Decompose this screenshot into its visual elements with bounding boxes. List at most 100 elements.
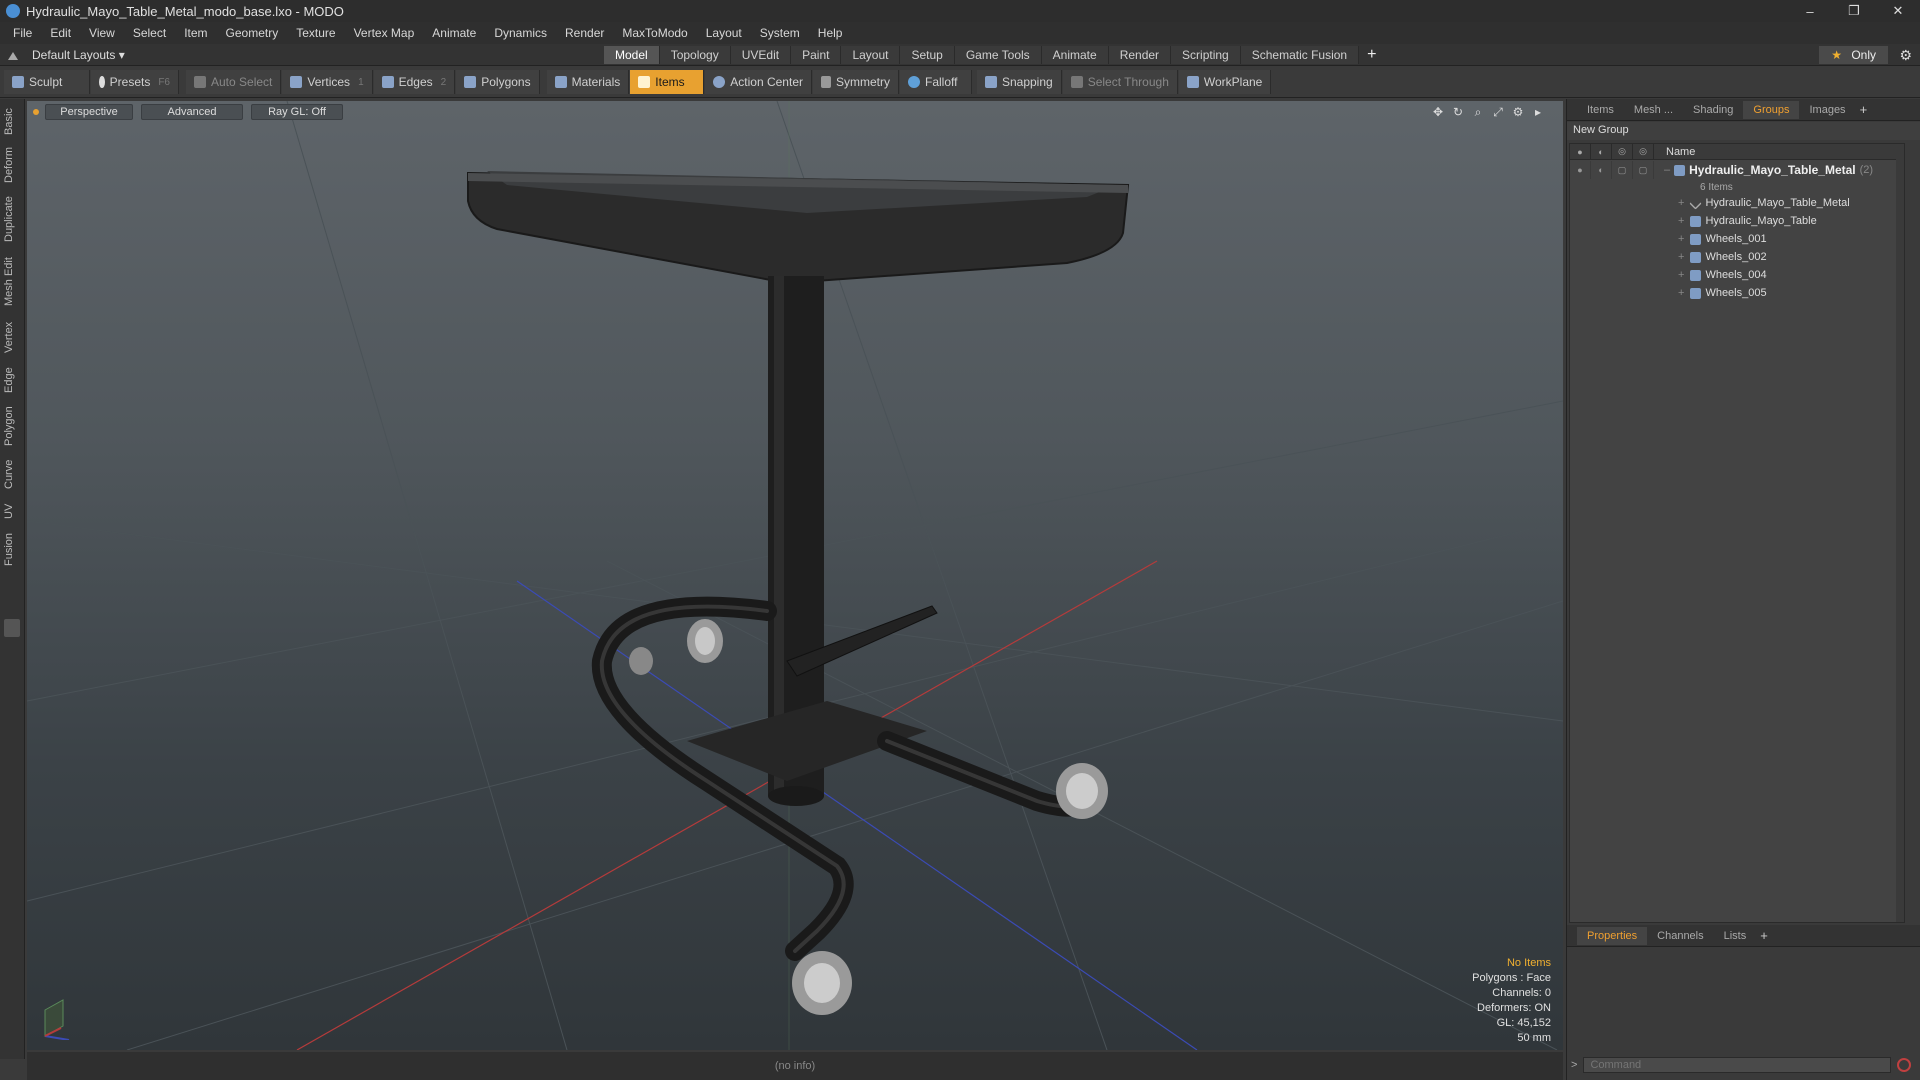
lock-col-icon[interactable]: ◎ (1612, 143, 1633, 160)
expand-right-icon[interactable]: ▸ (1531, 105, 1545, 119)
close-button[interactable]: ✕ (1876, 0, 1920, 22)
group-row[interactable]: ● ◐ ▢ ▢ – Hydraulic_Mayo_Table_Metal (2) (1570, 160, 1904, 180)
vtab-deform[interactable]: Deform (3, 145, 21, 185)
edges-button[interactable]: Edges 2 (373, 70, 456, 94)
materials-button[interactable]: Materials (546, 70, 630, 94)
name-column-header[interactable]: Name (1654, 146, 1695, 158)
strip-toggle-button[interactable] (4, 619, 20, 637)
tab-lists[interactable]: Lists (1714, 927, 1757, 945)
command-input[interactable] (1583, 1057, 1891, 1073)
menu-file[interactable]: File (4, 26, 41, 40)
menu-select[interactable]: Select (124, 26, 175, 40)
expand-icon[interactable]: + (1678, 197, 1684, 209)
select-through-button[interactable]: Select Through (1062, 70, 1178, 94)
tab-layout[interactable]: Layout (841, 46, 901, 64)
tab-properties[interactable]: Properties (1577, 926, 1648, 945)
viewport-menu-dot-icon[interactable] (33, 109, 39, 115)
tab-images[interactable]: Images (1799, 101, 1855, 119)
minimize-button[interactable]: – (1788, 0, 1832, 22)
list-item[interactable]: + Hydraulic_Mayo_Table_Metal (1570, 194, 1904, 212)
record-macro-icon[interactable] (1897, 1058, 1911, 1072)
layouts-dropdown[interactable]: Default Layouts ▾ (0, 48, 125, 62)
tab-model[interactable]: Model (604, 46, 660, 64)
visibility-col-icon[interactable]: ● (1570, 143, 1591, 160)
menu-render[interactable]: Render (556, 26, 613, 40)
list-item[interactable]: + Wheels_001 (1570, 230, 1904, 248)
vtab-duplicate[interactable]: Duplicate (3, 191, 21, 247)
vtab-fusion[interactable]: Fusion (3, 529, 21, 569)
tab-scripting[interactable]: Scripting (1171, 46, 1241, 64)
sculpt-button[interactable]: Sculpt (4, 70, 90, 94)
gear-icon[interactable]: ⚙ (1899, 47, 1912, 64)
menu-system[interactable]: System (751, 26, 809, 40)
menu-geometry[interactable]: Geometry (217, 26, 288, 40)
tab-paint[interactable]: Paint (791, 46, 842, 64)
pan-icon[interactable]: ✥ (1431, 105, 1445, 119)
tab-channels[interactable]: Channels (1647, 927, 1713, 945)
advanced-button[interactable]: Advanced (141, 104, 243, 120)
only-button[interactable]: ★ Only (1819, 46, 1888, 64)
menu-layout[interactable]: Layout (697, 26, 751, 40)
polygons-button[interactable]: Polygons (456, 70, 540, 94)
group-list-scrollbar[interactable] (1896, 144, 1904, 922)
workplane-button[interactable]: WorkPlane (1178, 70, 1272, 94)
add-properties-tab-plus-icon[interactable]: + (1760, 928, 1768, 943)
expand-icon[interactable]: + (1678, 287, 1684, 299)
tab-shading[interactable]: Shading (1683, 101, 1743, 119)
menu-item[interactable]: Item (175, 26, 216, 40)
menu-view[interactable]: View (80, 26, 124, 40)
auto-select-button[interactable]: Auto Select (186, 70, 282, 94)
viewport-settings-icon[interactable]: ⚙ (1511, 105, 1525, 119)
tab-uvedit[interactable]: UVEdit (730, 46, 792, 64)
menu-animate[interactable]: Animate (423, 26, 485, 40)
symmetry-button[interactable]: Symmetry (812, 70, 899, 94)
vertices-button[interactable]: Vertices 1 (282, 70, 373, 94)
list-item[interactable]: + Wheels_002 (1570, 248, 1904, 266)
menu-texture[interactable]: Texture (287, 26, 344, 40)
add-layout-plus-icon[interactable]: + (1367, 46, 1376, 64)
expand-icon[interactable]: + (1678, 215, 1684, 227)
3d-viewport[interactable]: Perspective Advanced Ray GL: Off ✥ ↻ ⌕ ⤢… (27, 101, 1563, 1050)
vtab-polygon[interactable]: Polygon (3, 403, 21, 449)
menu-help[interactable]: Help (809, 26, 852, 40)
menu-maxtomodo[interactable]: MaxToModo (613, 26, 696, 40)
menu-edit[interactable]: Edit (41, 26, 80, 40)
falloff-button[interactable]: Falloff (899, 70, 972, 94)
list-item[interactable]: + Hydraulic_Mayo_Table (1570, 212, 1904, 230)
presets-button[interactable]: Presets F6 (91, 70, 179, 94)
lock-toggle-icon[interactable]: ▢ (1612, 161, 1633, 179)
list-item[interactable]: + Wheels_004 (1570, 266, 1904, 284)
vtab-edge[interactable]: Edge (3, 363, 21, 397)
list-item[interactable]: + Wheels_005 (1570, 284, 1904, 302)
vtab-vertex[interactable]: Vertex (3, 317, 21, 357)
action-center-button[interactable]: Action Center (705, 70, 812, 94)
items-button[interactable]: Items (630, 70, 705, 94)
menu-dynamics[interactable]: Dynamics (485, 26, 556, 40)
snapping-button[interactable]: Snapping (976, 70, 1062, 94)
new-group-button[interactable]: New Group (1567, 122, 1920, 140)
tab-render[interactable]: Render (1108, 46, 1172, 64)
vtab-uv[interactable]: UV (3, 499, 21, 523)
expand-icon[interactable]: + (1678, 233, 1684, 245)
raygl-button[interactable]: Ray GL: Off (251, 104, 343, 120)
tab-items[interactable]: Items (1577, 101, 1624, 119)
menu-vertex-map[interactable]: Vertex Map (345, 26, 424, 40)
tab-animate[interactable]: Animate (1041, 46, 1109, 64)
rotate-icon[interactable]: ↻ (1451, 105, 1465, 119)
tab-mesh[interactable]: Mesh ... (1624, 101, 1683, 119)
vtab-curve[interactable]: Curve (3, 455, 21, 493)
collapse-icon[interactable]: – (1664, 164, 1670, 176)
expand-icon[interactable]: + (1678, 269, 1684, 281)
tab-setup[interactable]: Setup (900, 46, 955, 64)
tab-topology[interactable]: Topology (659, 46, 731, 64)
tab-game-tools[interactable]: Game Tools (954, 46, 1042, 64)
render-toggle-icon[interactable]: ◐ (1591, 161, 1612, 179)
add-tab-plus-icon[interactable]: + (1860, 102, 1868, 117)
vtab-mesh-edit[interactable]: Mesh Edit (3, 253, 21, 311)
tab-schematic-fusion[interactable]: Schematic Fusion (1240, 46, 1360, 64)
select-col-icon[interactable]: ◎ (1633, 143, 1654, 160)
expand-icon[interactable]: + (1678, 251, 1684, 263)
visibility-toggle-icon[interactable]: ● (1570, 161, 1591, 179)
fit-icon[interactable]: ⤢ (1491, 105, 1505, 119)
vtab-basic[interactable]: Basic (3, 105, 21, 139)
